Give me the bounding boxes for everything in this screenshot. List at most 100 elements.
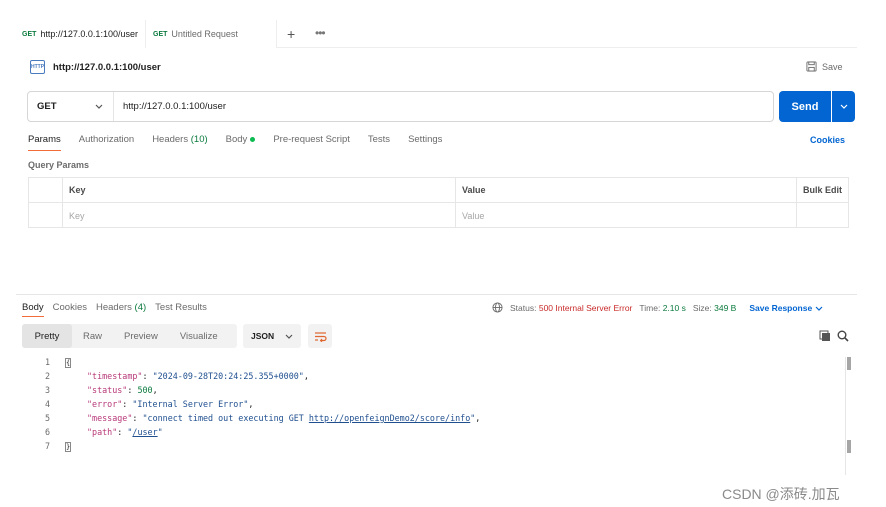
language-select[interactable]: JSON xyxy=(243,324,301,348)
response-divider[interactable] xyxy=(16,294,857,295)
line-number: 3 xyxy=(44,385,50,395)
checkbox-column xyxy=(29,178,63,202)
chevron-down-icon xyxy=(285,334,293,339)
format-toolbar: Pretty Raw Preview Visualize xyxy=(22,324,237,348)
line-number: 4 xyxy=(44,399,50,409)
send-button[interactable]: Send xyxy=(779,91,831,122)
tab-body[interactable]: Body xyxy=(226,134,256,151)
tab-response-body[interactable]: Body xyxy=(22,302,44,317)
request-tabs: Params Authorization Headers (10) Body P… xyxy=(28,134,442,151)
search-icon[interactable] xyxy=(837,330,849,342)
size-value[interactable]: 349 B xyxy=(714,303,736,313)
line-number: 6 xyxy=(44,427,50,437)
method-value: GET xyxy=(37,101,57,112)
status-value[interactable]: 500 Internal Server Error xyxy=(539,303,633,313)
pretty-button[interactable]: Pretty xyxy=(22,324,72,348)
json-key: "error" xyxy=(87,399,123,409)
json-number: 500 xyxy=(137,385,153,395)
code-line: { xyxy=(65,357,71,368)
key-column-header: Key xyxy=(63,178,456,202)
send-options-button[interactable] xyxy=(832,91,855,122)
save-response-button[interactable]: Save Response xyxy=(749,303,823,313)
visualize-button[interactable]: Visualize xyxy=(169,324,229,348)
status-label-text: Status: xyxy=(510,302,537,313)
tab-untitled-request[interactable]: GET Untitled Request xyxy=(147,20,277,48)
cookies-link[interactable]: Cookies xyxy=(810,135,845,145)
key-input[interactable]: Key xyxy=(63,203,456,228)
json-string: "connect timed out executing GET xyxy=(142,413,309,423)
chevron-down-icon xyxy=(815,306,823,311)
open-brace[interactable]: { xyxy=(65,358,71,368)
tab-headers-label: Headers xyxy=(152,134,189,145)
chevron-down-icon xyxy=(840,104,847,109)
more-icon[interactable]: ••• xyxy=(315,26,326,40)
globe-icon[interactable] xyxy=(492,302,503,313)
request-title[interactable]: http://127.0.0.1:100/user xyxy=(53,62,161,73)
response-tabs: Body Cookies Headers (4) Test Results xyxy=(22,302,207,317)
time-label: Time: 2.10 s xyxy=(639,303,685,313)
watermark: CSDN @添砖.加瓦 xyxy=(722,486,840,502)
path-link[interactable]: /user xyxy=(132,427,157,437)
tab-label: http://127.0.0.1:100/user xyxy=(40,29,138,39)
save-label: Save xyxy=(822,61,843,72)
plus-icon[interactable]: + xyxy=(287,26,295,42)
tab-response-headers-label: Headers xyxy=(95,302,132,313)
save-icon xyxy=(806,61,817,72)
value-input[interactable]: Value xyxy=(456,203,797,228)
url-input[interactable]: http://127.0.0.1:100/user xyxy=(114,101,226,112)
tab-label: Untitled Request xyxy=(171,29,238,39)
size-label: Size: 349 B xyxy=(693,303,737,313)
raw-button[interactable]: Raw xyxy=(72,324,113,348)
scrollbar-thumb-top[interactable] xyxy=(847,357,851,370)
table-header-row: Key Value Bulk Edit xyxy=(29,178,848,203)
scrollbar-track xyxy=(845,357,846,475)
code-line: "path": "/user" xyxy=(87,427,163,437)
bulk-edit-button[interactable]: Bulk Edit xyxy=(797,178,848,202)
tab-params[interactable]: Params xyxy=(28,134,61,151)
wrap-lines-button[interactable] xyxy=(308,324,332,348)
message-link[interactable]: http://openfeignDemo2/score/info xyxy=(309,413,470,423)
body-indicator-dot xyxy=(250,136,256,142)
response-headers-count: (4) xyxy=(134,302,147,313)
copy-icon[interactable] xyxy=(819,330,831,342)
http-icon: HTTP xyxy=(30,60,45,74)
line-number: 2 xyxy=(44,371,50,381)
json-key: "message" xyxy=(87,413,133,423)
url-bar: GET http://127.0.0.1:100/user xyxy=(27,91,774,122)
value-column-header: Value xyxy=(456,178,797,202)
close-brace[interactable]: } xyxy=(65,442,71,452)
tab-headers[interactable]: Headers (10) xyxy=(152,134,207,151)
tab-body-label: Body xyxy=(225,134,248,145)
time-value[interactable]: 2.10 s xyxy=(663,303,686,313)
save-button[interactable]: Save xyxy=(806,61,843,72)
method-select[interactable]: GET xyxy=(28,92,114,121)
tab-pre-request-script[interactable]: Pre-request Script xyxy=(273,134,350,151)
line-number: 5 xyxy=(44,413,50,423)
tab-authorization[interactable]: Authorization xyxy=(79,134,134,151)
row-checkbox[interactable] xyxy=(29,203,63,228)
json-string-end: " xyxy=(157,427,163,437)
preview-button[interactable]: Preview xyxy=(113,324,169,348)
json-string: "2024-09-28T20:24:25.355+0000" xyxy=(152,371,304,381)
time-label-text: Time: xyxy=(639,302,661,313)
json-key: "path" xyxy=(87,427,118,437)
code-line: } xyxy=(65,441,71,452)
json-key: "timestamp" xyxy=(87,371,143,381)
tab-tests[interactable]: Tests xyxy=(368,134,390,151)
tab-divider xyxy=(277,47,857,48)
code-line: "timestamp": "2024-09-28T20:24:25.355+00… xyxy=(87,371,309,381)
language-value: JSON xyxy=(251,331,275,341)
tab-request-user[interactable]: GET http://127.0.0.1:100/user xyxy=(16,20,146,48)
scrollbar-thumb-bottom[interactable] xyxy=(847,440,851,453)
tab-response-headers[interactable]: Headers (4) xyxy=(96,302,146,317)
json-string: "Internal Server Error" xyxy=(132,399,249,409)
query-params-title: Query Params xyxy=(28,160,90,170)
tab-test-results[interactable]: Test Results xyxy=(155,302,207,317)
code-line: "message": "connect timed out executing … xyxy=(87,413,481,423)
tab-settings[interactable]: Settings xyxy=(408,134,442,151)
size-label-text: Size: xyxy=(692,302,712,313)
chevron-down-icon xyxy=(95,104,103,109)
tab-response-cookies[interactable]: Cookies xyxy=(53,302,87,317)
code-line: "status": 500, xyxy=(87,385,158,395)
table-row: Key Value xyxy=(29,203,848,228)
